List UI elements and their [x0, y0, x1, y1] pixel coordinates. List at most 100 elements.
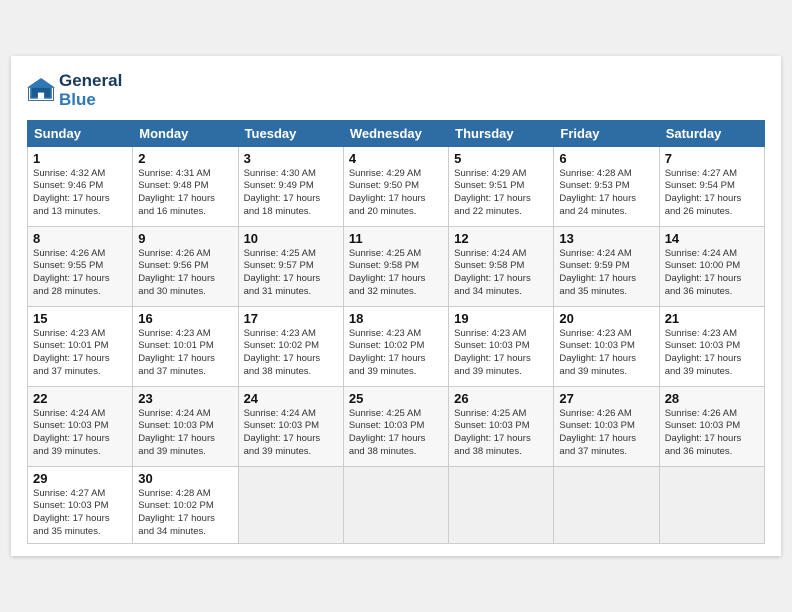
- daylight-label: Daylight: 17 hoursand 39 minutes.: [559, 353, 636, 377]
- sunset-label: Sunset: 10:03 PM: [349, 420, 425, 431]
- sunset-label: Sunset: 10:03 PM: [454, 420, 530, 431]
- day-number: 27: [559, 391, 653, 406]
- sunrise-label: Sunrise: 4:27 AM: [33, 488, 105, 499]
- calendar-day-cell: 11 Sunrise: 4:25 AM Sunset: 9:58 PM Dayl…: [343, 226, 448, 306]
- day-number: 2: [138, 151, 232, 166]
- sunrise-label: Sunrise: 4:25 AM: [454, 408, 526, 419]
- sunrise-label: Sunrise: 4:29 AM: [349, 168, 421, 179]
- daylight-label: Daylight: 17 hoursand 38 minutes.: [244, 353, 321, 377]
- sunset-label: Sunset: 9:48 PM: [138, 180, 208, 191]
- sunset-label: Sunset: 10:03 PM: [454, 340, 530, 351]
- calendar-day-cell: [659, 466, 764, 543]
- calendar-day-cell: 20 Sunrise: 4:23 AM Sunset: 10:03 PM Day…: [554, 306, 659, 386]
- weekday-header-cell: Wednesday: [343, 120, 448, 146]
- daylight-label: Daylight: 17 hoursand 37 minutes.: [33, 353, 110, 377]
- calendar-week-row: 22 Sunrise: 4:24 AM Sunset: 10:03 PM Day…: [28, 386, 765, 466]
- sunset-label: Sunset: 9:55 PM: [33, 260, 103, 271]
- sunset-label: Sunset: 10:02 PM: [244, 340, 320, 351]
- day-number: 5: [454, 151, 548, 166]
- day-number: 1: [33, 151, 127, 166]
- cell-content: Sunrise: 4:31 AM Sunset: 9:48 PM Dayligh…: [138, 168, 232, 219]
- calendar-day-cell: 27 Sunrise: 4:26 AM Sunset: 10:03 PM Day…: [554, 386, 659, 466]
- weekday-header-cell: Tuesday: [238, 120, 343, 146]
- sunrise-label: Sunrise: 4:23 AM: [33, 328, 105, 339]
- weekday-header-cell: Thursday: [449, 120, 554, 146]
- day-number: 13: [559, 231, 653, 246]
- calendar-day-cell: 28 Sunrise: 4:26 AM Sunset: 10:03 PM Day…: [659, 386, 764, 466]
- sunrise-label: Sunrise: 4:28 AM: [559, 168, 631, 179]
- day-number: 25: [349, 391, 443, 406]
- daylight-label: Daylight: 17 hoursand 34 minutes.: [138, 513, 215, 537]
- daylight-label: Daylight: 17 hoursand 34 minutes.: [454, 273, 531, 297]
- sunrise-label: Sunrise: 4:30 AM: [244, 168, 316, 179]
- sunrise-label: Sunrise: 4:24 AM: [559, 248, 631, 259]
- sunset-label: Sunset: 10:03 PM: [559, 340, 635, 351]
- sunrise-label: Sunrise: 4:24 AM: [665, 248, 737, 259]
- sunset-label: Sunset: 9:50 PM: [349, 180, 419, 191]
- daylight-label: Daylight: 17 hoursand 38 minutes.: [454, 433, 531, 457]
- calendar-day-cell: 19 Sunrise: 4:23 AM Sunset: 10:03 PM Day…: [449, 306, 554, 386]
- day-number: 9: [138, 231, 232, 246]
- calendar-table: SundayMondayTuesdayWednesdayThursdayFrid…: [27, 120, 765, 544]
- sunrise-label: Sunrise: 4:26 AM: [665, 408, 737, 419]
- sunset-label: Sunset: 9:53 PM: [559, 180, 629, 191]
- cell-content: Sunrise: 4:23 AM Sunset: 10:03 PM Daylig…: [454, 328, 548, 379]
- daylight-label: Daylight: 17 hoursand 26 minutes.: [665, 193, 742, 217]
- day-number: 30: [138, 471, 232, 486]
- cell-content: Sunrise: 4:23 AM Sunset: 10:03 PM Daylig…: [559, 328, 653, 379]
- sunset-label: Sunset: 9:46 PM: [33, 180, 103, 191]
- sunset-label: Sunset: 10:03 PM: [138, 420, 214, 431]
- sunrise-label: Sunrise: 4:32 AM: [33, 168, 105, 179]
- sunset-label: Sunset: 9:54 PM: [665, 180, 735, 191]
- cell-content: Sunrise: 4:32 AM Sunset: 9:46 PM Dayligh…: [33, 168, 127, 219]
- calendar-day-cell: 7 Sunrise: 4:27 AM Sunset: 9:54 PM Dayli…: [659, 146, 764, 226]
- daylight-label: Daylight: 17 hoursand 35 minutes.: [33, 513, 110, 537]
- cell-content: Sunrise: 4:24 AM Sunset: 10:03 PM Daylig…: [33, 408, 127, 459]
- day-number: 7: [665, 151, 759, 166]
- calendar-day-cell: 16 Sunrise: 4:23 AM Sunset: 10:01 PM Day…: [133, 306, 238, 386]
- cell-content: Sunrise: 4:23 AM Sunset: 10:01 PM Daylig…: [33, 328, 127, 379]
- calendar-day-cell: 9 Sunrise: 4:26 AM Sunset: 9:56 PM Dayli…: [133, 226, 238, 306]
- sunset-label: Sunset: 10:03 PM: [665, 420, 741, 431]
- sunset-label: Sunset: 10:03 PM: [559, 420, 635, 431]
- daylight-label: Daylight: 17 hoursand 32 minutes.: [349, 273, 426, 297]
- sunrise-label: Sunrise: 4:24 AM: [244, 408, 316, 419]
- cell-content: Sunrise: 4:23 AM Sunset: 10:01 PM Daylig…: [138, 328, 232, 379]
- day-number: 22: [33, 391, 127, 406]
- calendar-day-cell: [449, 466, 554, 543]
- sunrise-label: Sunrise: 4:25 AM: [349, 408, 421, 419]
- sunset-label: Sunset: 10:02 PM: [349, 340, 425, 351]
- day-number: 8: [33, 231, 127, 246]
- sunset-label: Sunset: 10:03 PM: [33, 500, 109, 511]
- sunset-label: Sunset: 10:03 PM: [33, 420, 109, 431]
- calendar-day-cell: 26 Sunrise: 4:25 AM Sunset: 10:03 PM Day…: [449, 386, 554, 466]
- day-number: 6: [559, 151, 653, 166]
- daylight-label: Daylight: 17 hoursand 36 minutes.: [665, 433, 742, 457]
- cell-content: Sunrise: 4:29 AM Sunset: 9:51 PM Dayligh…: [454, 168, 548, 219]
- calendar-day-cell: 5 Sunrise: 4:29 AM Sunset: 9:51 PM Dayli…: [449, 146, 554, 226]
- daylight-label: Daylight: 17 hoursand 38 minutes.: [349, 433, 426, 457]
- sunset-label: Sunset: 9:49 PM: [244, 180, 314, 191]
- calendar-day-cell: 12 Sunrise: 4:24 AM Sunset: 9:58 PM Dayl…: [449, 226, 554, 306]
- sunset-label: Sunset: 9:56 PM: [138, 260, 208, 271]
- cell-content: Sunrise: 4:26 AM Sunset: 10:03 PM Daylig…: [559, 408, 653, 459]
- cell-content: Sunrise: 4:26 AM Sunset: 9:55 PM Dayligh…: [33, 248, 127, 299]
- calendar-day-cell: 22 Sunrise: 4:24 AM Sunset: 10:03 PM Day…: [28, 386, 133, 466]
- calendar-day-cell: 8 Sunrise: 4:26 AM Sunset: 9:55 PM Dayli…: [28, 226, 133, 306]
- day-number: 17: [244, 311, 338, 326]
- sunrise-label: Sunrise: 4:24 AM: [454, 248, 526, 259]
- calendar-week-row: 8 Sunrise: 4:26 AM Sunset: 9:55 PM Dayli…: [28, 226, 765, 306]
- cell-content: Sunrise: 4:25 AM Sunset: 9:58 PM Dayligh…: [349, 248, 443, 299]
- weekday-header-row: SundayMondayTuesdayWednesdayThursdayFrid…: [28, 120, 765, 146]
- cell-content: Sunrise: 4:27 AM Sunset: 10:03 PM Daylig…: [33, 488, 127, 539]
- sunrise-label: Sunrise: 4:31 AM: [138, 168, 210, 179]
- sunset-label: Sunset: 9:51 PM: [454, 180, 524, 191]
- calendar-day-cell: [238, 466, 343, 543]
- calendar-day-cell: 30 Sunrise: 4:28 AM Sunset: 10:02 PM Day…: [133, 466, 238, 543]
- calendar-day-cell: [343, 466, 448, 543]
- weekday-header-cell: Monday: [133, 120, 238, 146]
- calendar-body: 1 Sunrise: 4:32 AM Sunset: 9:46 PM Dayli…: [28, 146, 765, 543]
- daylight-label: Daylight: 17 hoursand 37 minutes.: [138, 353, 215, 377]
- calendar-day-cell: 24 Sunrise: 4:24 AM Sunset: 10:03 PM Day…: [238, 386, 343, 466]
- cell-content: Sunrise: 4:29 AM Sunset: 9:50 PM Dayligh…: [349, 168, 443, 219]
